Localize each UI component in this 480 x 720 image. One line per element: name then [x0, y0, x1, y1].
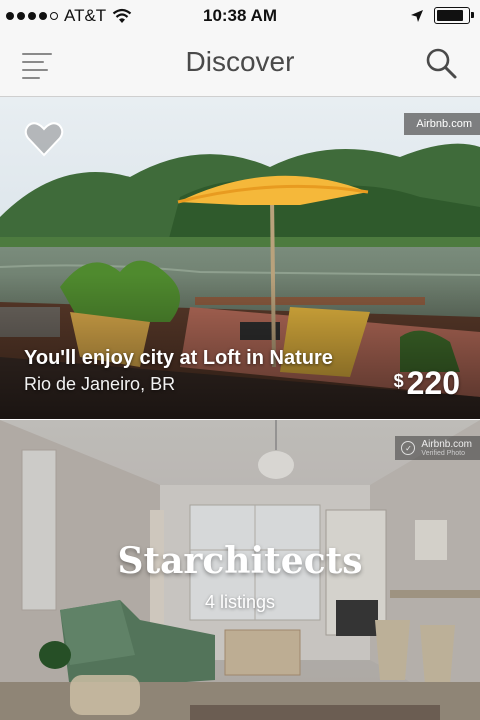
listing-price: $ 220: [394, 365, 460, 402]
photo-watermark: Airbnb.com: [404, 113, 480, 135]
watermark-sublabel: Verified Photo: [421, 450, 466, 457]
verified-photo-watermark: ✓ Airbnb.com Verified Photo: [395, 436, 480, 460]
price-currency: $: [393, 371, 404, 391]
location-arrow-icon: [411, 9, 423, 22]
search-icon: [426, 48, 457, 79]
search-button[interactable]: [424, 46, 458, 80]
listing-card[interactable]: Airbnb.com You'll enjoy city at Loft in …: [0, 97, 480, 419]
clock: 10:38 AM: [202, 6, 277, 25]
watermark-label: Airbnb.com: [421, 439, 472, 450]
status-bar: AT&T 10:38 AM: [0, 0, 480, 32]
listing-location: Rio de Janeiro, BR: [24, 374, 176, 394]
collection-card[interactable]: ✓ Airbnb.com Verified Photo Starchitects…: [0, 420, 480, 720]
price-amount: 220: [406, 365, 460, 401]
listing-title: You'll enjoy city at Loft in Nature: [24, 347, 333, 369]
page-title: Discover: [185, 46, 295, 77]
verified-check-icon: ✓: [401, 441, 416, 455]
navigation-bar: Discover: [0, 32, 480, 97]
collection-title: Starchitects: [117, 540, 363, 582]
status-right: [410, 7, 474, 24]
collection-count: 4 listings: [204, 592, 276, 612]
favorite-button[interactable]: [24, 121, 64, 157]
heart-icon: [24, 122, 64, 157]
battery-icon: [434, 7, 474, 24]
